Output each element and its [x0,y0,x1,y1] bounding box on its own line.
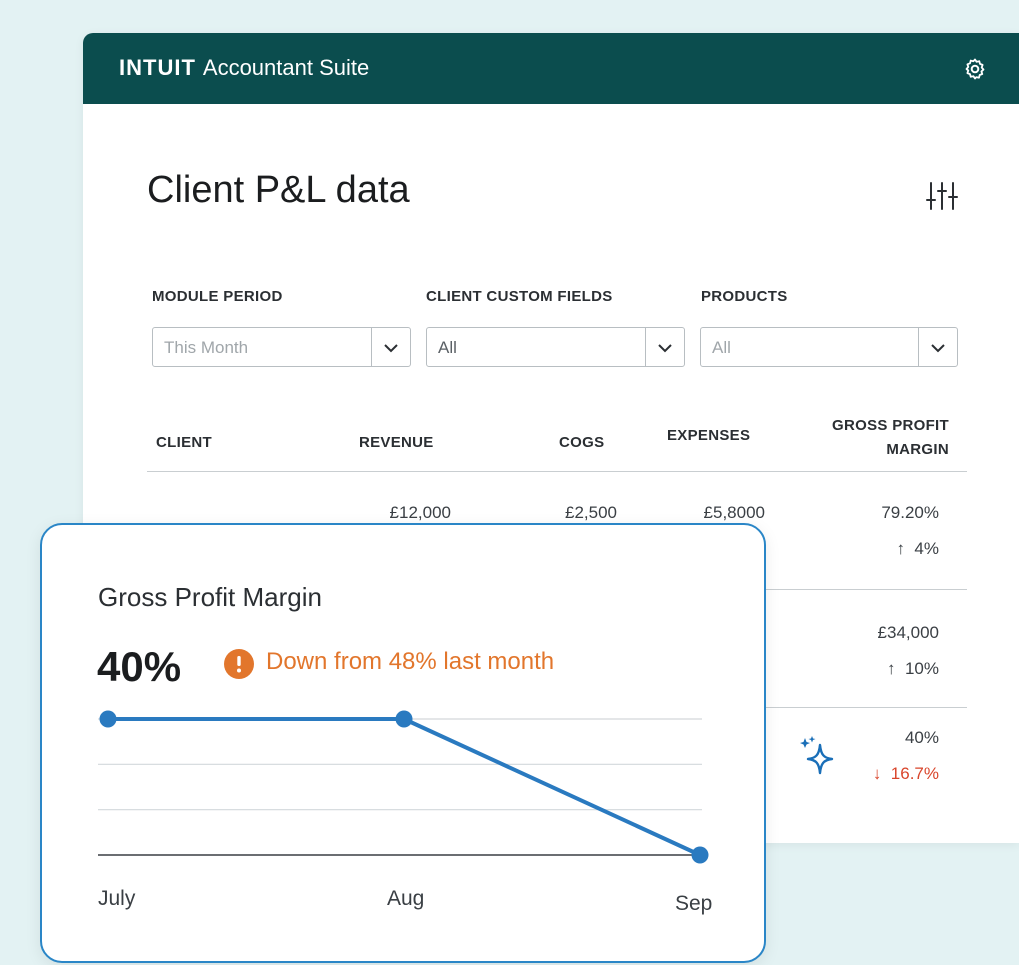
col-revenue[interactable]: REVENUE [359,434,434,451]
col-margin[interactable]: MARGIN [886,441,949,458]
custom-fields-label: CLIENT CUSTOM FIELDS [426,288,613,305]
col-gross-profit[interactable]: GROSS PROFIT [832,417,949,434]
gear-icon[interactable] [963,57,987,81]
custom-fields-select[interactable]: All [426,327,685,367]
row1-trend-value: 4% [914,539,939,558]
col-client[interactable]: CLIENT [156,434,212,451]
header-divider [147,471,967,472]
custom-fields-value: All [438,338,457,357]
select-divider [918,328,919,366]
col-cogs[interactable]: COGS [559,434,604,451]
row1-margin: 79.20% [881,503,939,522]
arrow-up-icon: ↑ [896,539,905,558]
chevron-down-icon [658,344,672,353]
module-period-label: MODULE PERIOD [152,288,283,305]
module-period-select[interactable]: This Month [152,327,411,367]
module-period-placeholder: This Month [164,338,249,357]
select-divider [645,328,646,366]
row1-expenses: £5,8000 [703,503,765,522]
brand: INTUIT Accountant Suite [119,55,369,81]
gross-profit-card: Gross Profit Margin 40% Down from 48% la… [40,523,766,963]
products-placeholder: All [712,338,731,357]
chevron-down-icon [931,344,945,353]
row3-trend: ↓ 16.7% [873,764,939,784]
products-label: PRODUCTS [701,288,788,305]
sliders-icon[interactable] [923,179,961,213]
row1-trend: ↑ 4% [896,539,939,559]
data-point-sep[interactable] [691,846,709,864]
arrow-up-icon: ↑ [887,659,896,678]
row3-margin: 40% [904,728,939,747]
page-title: Client P&L data [147,169,410,211]
row2-trend: ↑ 10% [887,659,939,679]
data-point-aug[interactable] [395,710,413,728]
sparkle-icon[interactable] [796,735,838,777]
select-divider [371,328,372,366]
x-tick-sep: Sep [675,892,713,915]
suite-name: Accountant Suite [202,55,370,80]
series-line [108,717,701,857]
top-bar: INTUIT Accountant Suite [83,33,1019,104]
chevron-down-icon [384,344,398,353]
row3-trend-value: 16.7% [890,764,939,783]
data-point-july[interactable] [99,710,117,728]
arrow-down-icon: ↓ [872,764,882,783]
col-expenses[interactable]: EXPENSES [667,427,750,444]
x-tick-aug: Aug [387,887,425,910]
products-select[interactable]: All [700,327,958,367]
row2-margin: £34,000 [877,623,939,642]
row2-trend-value: 10% [904,659,939,678]
row1-cogs: £2,500 [565,503,617,522]
x-tick-july: July [98,887,136,910]
row1-revenue: £12,000 [389,503,451,522]
intuit-logo: INTUIT [119,55,196,80]
